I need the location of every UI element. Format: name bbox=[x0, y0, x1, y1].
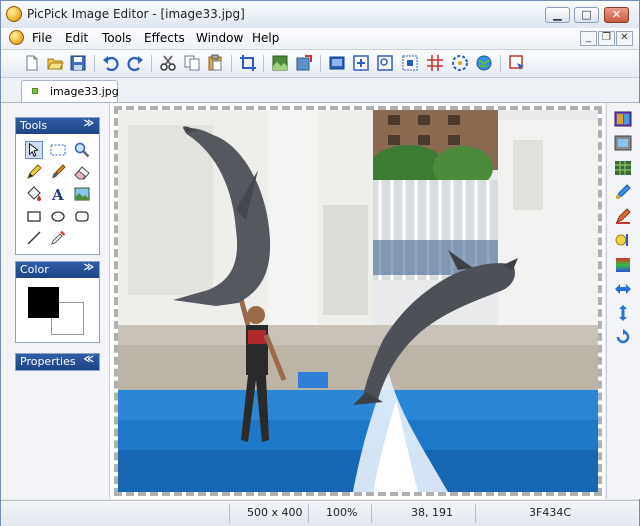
zoom-icon[interactable] bbox=[376, 54, 394, 72]
menu-window[interactable]: Window bbox=[196, 31, 243, 45]
ellipse-icon[interactable] bbox=[49, 207, 67, 225]
right-toolbar bbox=[606, 103, 640, 499]
flip-vertical-icon[interactable] bbox=[614, 305, 632, 321]
new-icon[interactable] bbox=[23, 54, 41, 72]
rectangle-icon[interactable] bbox=[25, 207, 43, 225]
window-title: PicPick Image Editor - [image33.jpg] bbox=[27, 7, 245, 21]
main-toolbar bbox=[1, 50, 639, 78]
toolbar-separator bbox=[151, 55, 152, 72]
chevron-collapse-icon[interactable]: ≫ bbox=[84, 118, 94, 129]
foreground-color-swatch[interactable] bbox=[28, 287, 59, 318]
cut-icon[interactable] bbox=[159, 54, 177, 72]
paste-icon[interactable] bbox=[206, 54, 224, 72]
doc-close-button[interactable]: ✕ bbox=[616, 31, 633, 46]
effects-icon[interactable] bbox=[614, 111, 632, 127]
line-icon[interactable] bbox=[25, 229, 43, 247]
pointer-icon[interactable] bbox=[25, 141, 43, 159]
sharpen-icon[interactable] bbox=[614, 208, 632, 224]
minimize-button[interactable]: ▁ bbox=[545, 7, 570, 23]
menu-tools[interactable]: Tools bbox=[102, 31, 132, 45]
menu-bar: File Edit Tools Effects Window Help _ ❐ … bbox=[1, 28, 639, 50]
rect-select-icon[interactable] bbox=[49, 141, 67, 159]
doc-restore-button[interactable]: ❐ bbox=[598, 31, 615, 46]
save-icon[interactable] bbox=[69, 54, 87, 72]
brush-icon[interactable] bbox=[49, 163, 67, 181]
frame-icon[interactable] bbox=[328, 54, 346, 72]
toolbar-separator bbox=[231, 55, 232, 72]
insert-icon[interactable] bbox=[352, 54, 370, 72]
menu-edit[interactable]: Edit bbox=[65, 31, 88, 45]
color-panel-title: Color bbox=[20, 263, 49, 276]
capture-icon[interactable] bbox=[508, 54, 526, 72]
toolbar-separator bbox=[263, 55, 264, 72]
picpick-app-icon[interactable] bbox=[6, 6, 22, 22]
redo-icon[interactable] bbox=[126, 54, 144, 72]
tab-image33[interactable]: image33.jpg bbox=[21, 80, 119, 102]
toolbar-separator bbox=[94, 55, 95, 72]
tab-label: image33.jpg bbox=[50, 85, 119, 98]
flip-horizontal-icon[interactable] bbox=[614, 281, 632, 297]
tools-panel-header[interactable]: Tools ≫ bbox=[16, 118, 99, 134]
dolphin-show-photo[interactable] bbox=[118, 110, 598, 492]
undo-icon[interactable] bbox=[102, 54, 120, 72]
chevron-expand-icon[interactable]: ≪ bbox=[84, 354, 94, 365]
image-file-icon bbox=[32, 88, 38, 94]
close-button[interactable]: ✕ bbox=[604, 7, 629, 23]
eraser-icon[interactable] bbox=[73, 163, 91, 181]
document-tab-bar: image33.jpg bbox=[1, 78, 639, 103]
left-panel: Tools ≫ A Color ≫ Properties ≪ bbox=[1, 103, 110, 499]
menu-effects[interactable]: Effects bbox=[144, 31, 185, 45]
status-color-hex: 3F434C bbox=[529, 506, 572, 519]
toolbar-separator bbox=[500, 55, 501, 72]
pencil-icon[interactable] bbox=[25, 163, 43, 181]
frame-icon[interactable] bbox=[614, 135, 632, 151]
status-bar: 500 x 400 100% 38, 191 3F434C bbox=[1, 500, 639, 526]
status-divider bbox=[475, 504, 476, 523]
text-icon[interactable]: A bbox=[49, 185, 67, 203]
zoom-icon[interactable] bbox=[73, 141, 91, 159]
title-bar: PicPick Image Editor - [image33.jpg] ▁ □… bbox=[1, 1, 639, 29]
properties-panel-header[interactable]: Properties ≪ bbox=[16, 354, 99, 370]
color-wheel-icon[interactable] bbox=[451, 54, 469, 72]
tools-panel: Tools ≫ A bbox=[15, 117, 100, 255]
color-panel-header[interactable]: Color ≫ bbox=[16, 262, 99, 278]
color-panel: Color ≫ bbox=[15, 261, 100, 343]
status-divider bbox=[371, 504, 372, 523]
chevron-collapse-icon[interactable]: ≫ bbox=[84, 262, 94, 273]
rounded-rect-icon[interactable] bbox=[73, 207, 91, 225]
copy-icon[interactable] bbox=[183, 54, 201, 72]
grid-icon[interactable] bbox=[426, 54, 444, 72]
status-cursor-position: 38, 191 bbox=[411, 506, 453, 519]
mosaic-icon[interactable] bbox=[614, 160, 632, 176]
highlight-icon[interactable] bbox=[614, 232, 632, 248]
maximize-button[interactable]: □ bbox=[574, 7, 599, 23]
status-image-size: 500 x 400 bbox=[247, 506, 303, 519]
app-window: PicPick Image Editor - [image33.jpg] ▁ □… bbox=[0, 0, 640, 526]
rotate-icon[interactable] bbox=[295, 54, 313, 72]
status-zoom: 100% bbox=[326, 506, 358, 519]
doc-minimize-button[interactable]: _ bbox=[580, 31, 597, 46]
status-divider bbox=[229, 504, 230, 523]
toolbar-separator bbox=[320, 55, 321, 72]
image-stamp-icon[interactable] bbox=[73, 185, 91, 203]
status-divider bbox=[308, 504, 309, 523]
document-menu-icon[interactable] bbox=[9, 30, 24, 45]
resize-icon[interactable] bbox=[271, 54, 289, 72]
open-icon[interactable] bbox=[46, 54, 64, 72]
properties-panel-title: Properties bbox=[20, 355, 76, 368]
tools-panel-title: Tools bbox=[20, 119, 48, 132]
menu-help[interactable]: Help bbox=[252, 31, 279, 45]
properties-panel: Properties ≪ bbox=[15, 353, 100, 371]
globe-icon[interactable] bbox=[475, 54, 493, 72]
fill-icon[interactable] bbox=[25, 185, 43, 203]
image-canvas[interactable] bbox=[114, 106, 602, 496]
gradient-icon[interactable] bbox=[614, 257, 632, 273]
menu-file[interactable]: File bbox=[32, 31, 52, 45]
rotate-icon[interactable] bbox=[614, 329, 632, 345]
select-icon[interactable] bbox=[401, 54, 419, 72]
crop-icon[interactable] bbox=[239, 54, 257, 72]
eyedropper-icon[interactable] bbox=[49, 229, 67, 247]
svg-text:A: A bbox=[51, 186, 64, 203]
brightness-icon[interactable] bbox=[614, 184, 632, 200]
